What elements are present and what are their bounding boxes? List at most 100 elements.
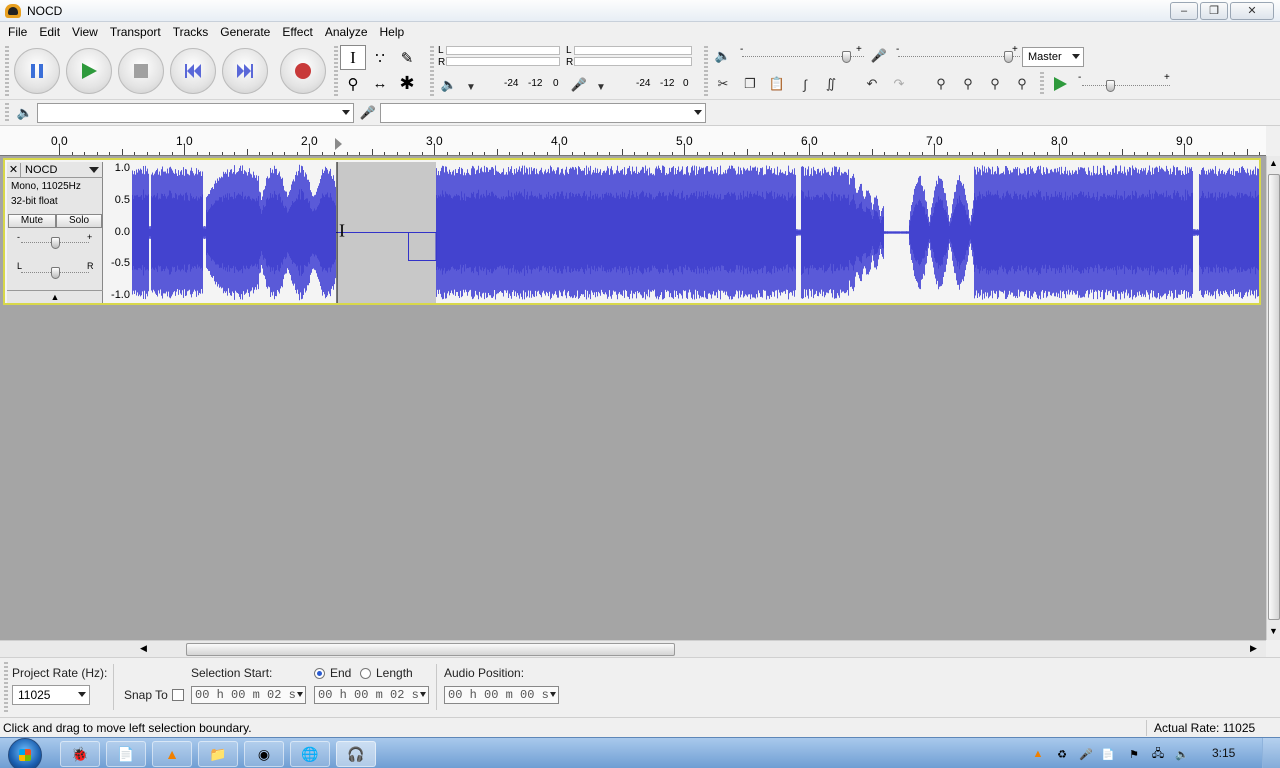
chevron-down-icon[interactable]: ▼ — [460, 76, 482, 98]
taskbar-item-audacity[interactable]: 🎧 — [336, 741, 376, 767]
taskbar-item-network[interactable]: 🌐 — [290, 741, 330, 767]
close-button[interactable]: ✕ — [1230, 2, 1274, 20]
length-radio[interactable] — [360, 668, 371, 679]
trim-icon[interactable]: ∫ — [794, 73, 816, 95]
undo-icon[interactable]: ↶ — [861, 73, 883, 95]
scroll-up-icon[interactable]: ▲ — [1269, 158, 1278, 168]
menu-edit[interactable]: Edit — [33, 25, 66, 39]
mic-icon[interactable]: 🎤 — [1078, 746, 1094, 762]
cut-icon[interactable]: ✂ — [712, 73, 734, 95]
doc-icon[interactable]: 📄 — [1100, 746, 1116, 762]
flag-icon[interactable]: ⚑ — [1126, 746, 1142, 762]
snap-to-checkbox[interactable] — [172, 689, 184, 701]
vertical-scroll-thumb[interactable] — [1268, 174, 1280, 620]
play-position-marker[interactable] — [335, 138, 342, 150]
play-button[interactable] — [66, 48, 112, 94]
fit-project-icon[interactable]: ⚲ — [1011, 73, 1033, 95]
play-speed-slider[interactable] — [1106, 80, 1116, 92]
menu-view[interactable]: View — [66, 25, 104, 39]
selection-tool[interactable]: I — [340, 45, 366, 70]
menu-transport[interactable]: Transport — [104, 25, 167, 39]
record-meter-right[interactable] — [574, 57, 692, 66]
taskbar-item-notepad[interactable]: 📄 — [106, 741, 146, 767]
tools-grip[interactable] — [334, 46, 338, 96]
clock[interactable]: 3:15 — [1212, 746, 1235, 760]
maximize-button[interactable]: ❐ — [1200, 2, 1228, 20]
silence-icon[interactable]: ∬ — [820, 73, 842, 95]
redo-icon[interactable]: ↷ — [888, 73, 910, 95]
input-source-select[interactable]: Master — [1022, 47, 1084, 67]
zoom-tool[interactable]: ⚲ — [340, 71, 366, 96]
track-area[interactable]: ✕ NOCD Mono, 11025Hz 32-bit float Mute S… — [0, 156, 1266, 640]
menu-tracks[interactable]: Tracks — [167, 25, 215, 39]
play-at-speed-grip[interactable] — [1040, 72, 1044, 96]
skip-to-start-button[interactable] — [170, 48, 216, 94]
menu-file[interactable]: File — [2, 25, 33, 39]
mixer-grip[interactable] — [704, 46, 708, 96]
menu-analyze[interactable]: Analyze — [319, 25, 374, 39]
show-desktop-button[interactable] — [1262, 738, 1280, 768]
start-button[interactable] — [8, 738, 42, 768]
track-name-button[interactable]: NOCD — [25, 164, 89, 176]
taskbar-item-firefox[interactable]: ◉ — [244, 741, 284, 767]
time-shift-tool[interactable]: ↔ — [367, 71, 393, 96]
record-meter-left[interactable] — [574, 46, 692, 55]
scroll-left-icon[interactable]: ◀ — [140, 643, 147, 654]
end-radio[interactable] — [314, 668, 325, 679]
pause-button[interactable] — [14, 48, 60, 94]
update-icon[interactable]: ♻ — [1054, 746, 1070, 762]
envelope-tool[interactable]: ∵ — [367, 45, 393, 70]
selection-grip[interactable] — [4, 662, 8, 712]
multi-tool[interactable]: ✱ — [394, 71, 420, 96]
chevron-down-icon[interactable]: ▼ — [590, 76, 612, 98]
output-device-select[interactable] — [37, 103, 354, 123]
vlc-tray-icon[interactable]: ▲ — [1030, 746, 1046, 762]
gain-slider[interactable] — [51, 237, 60, 249]
horizontal-scrollbar[interactable]: ◀ ▶ — [0, 640, 1266, 657]
taskbar-item-game[interactable]: 🐞 — [60, 741, 100, 767]
pan-slider[interactable] — [51, 267, 60, 279]
menu-effect[interactable]: Effect — [276, 25, 318, 39]
network-icon[interactable]: 🖧 — [1150, 746, 1166, 762]
speaker-meter-icon[interactable]: 🔈 — [438, 74, 460, 96]
taskbar-item-vlc[interactable]: ▲ — [152, 741, 192, 767]
input-device-select[interactable] — [380, 103, 706, 123]
volume-icon[interactable]: 🔈 — [1174, 746, 1190, 762]
fit-selection-icon[interactable]: ⚲ — [984, 73, 1006, 95]
scroll-right-icon[interactable]: ▶ — [1250, 643, 1257, 654]
microphone-meter-icon[interactable]: 🎤 — [568, 74, 590, 96]
audio-track[interactable]: ✕ NOCD Mono, 11025Hz 32-bit float Mute S… — [3, 158, 1261, 305]
play-at-speed-button[interactable] — [1049, 73, 1071, 95]
input-volume-slider[interactable] — [1003, 51, 1013, 63]
play-speed-track[interactable] — [1082, 85, 1170, 86]
input-volume-track[interactable] — [898, 56, 1020, 57]
close-track-icon[interactable]: ✕ — [7, 162, 21, 177]
zoom-out-icon[interactable]: ⚲ — [957, 73, 979, 95]
horizontal-scroll-thumb[interactable] — [186, 643, 675, 656]
vertical-scrollbar[interactable]: ▲ ▼ — [1266, 156, 1280, 640]
playback-meter-left[interactable] — [446, 46, 560, 55]
menu-help[interactable]: Help — [374, 25, 411, 39]
minimize-button[interactable]: – — [1170, 2, 1198, 20]
playback-meter-right[interactable] — [446, 57, 560, 66]
record-button[interactable] — [280, 48, 326, 94]
audio-position-field[interactable]: 00 h 00 m 00 s — [444, 686, 559, 704]
stop-button[interactable] — [118, 48, 164, 94]
scroll-down-icon[interactable]: ▼ — [1269, 626, 1278, 636]
menu-generate[interactable]: Generate — [214, 25, 276, 39]
solo-button[interactable]: Solo — [56, 214, 102, 228]
mute-button[interactable]: Mute — [8, 214, 56, 228]
zoom-in-icon[interactable]: ⚲ — [930, 73, 952, 95]
skip-to-end-button[interactable] — [222, 48, 268, 94]
paste-icon[interactable]: 📋 — [766, 73, 788, 95]
selection-end-field[interactable]: 00 h 00 m 02 s — [314, 686, 429, 704]
output-volume-slider[interactable] — [841, 51, 851, 63]
waveform[interactable]: I — [132, 162, 1259, 303]
draw-tool[interactable]: ✎ — [394, 45, 420, 70]
timeline-ruler[interactable]: 0.0 1.0 2.0 3.0 4.0 5.0 6.0 7.0 8.0 9.0 — [0, 126, 1266, 156]
chevron-down-icon[interactable] — [89, 166, 99, 173]
vertical-scale[interactable]: 1.0 0.5 0.0 -0.5 -1.0 — [104, 162, 132, 303]
selection-start-field[interactable]: 00 h 00 m 02 s — [191, 686, 306, 704]
toolbar-grip[interactable] — [5, 46, 9, 96]
project-rate-select[interactable]: 11025 — [12, 685, 90, 705]
